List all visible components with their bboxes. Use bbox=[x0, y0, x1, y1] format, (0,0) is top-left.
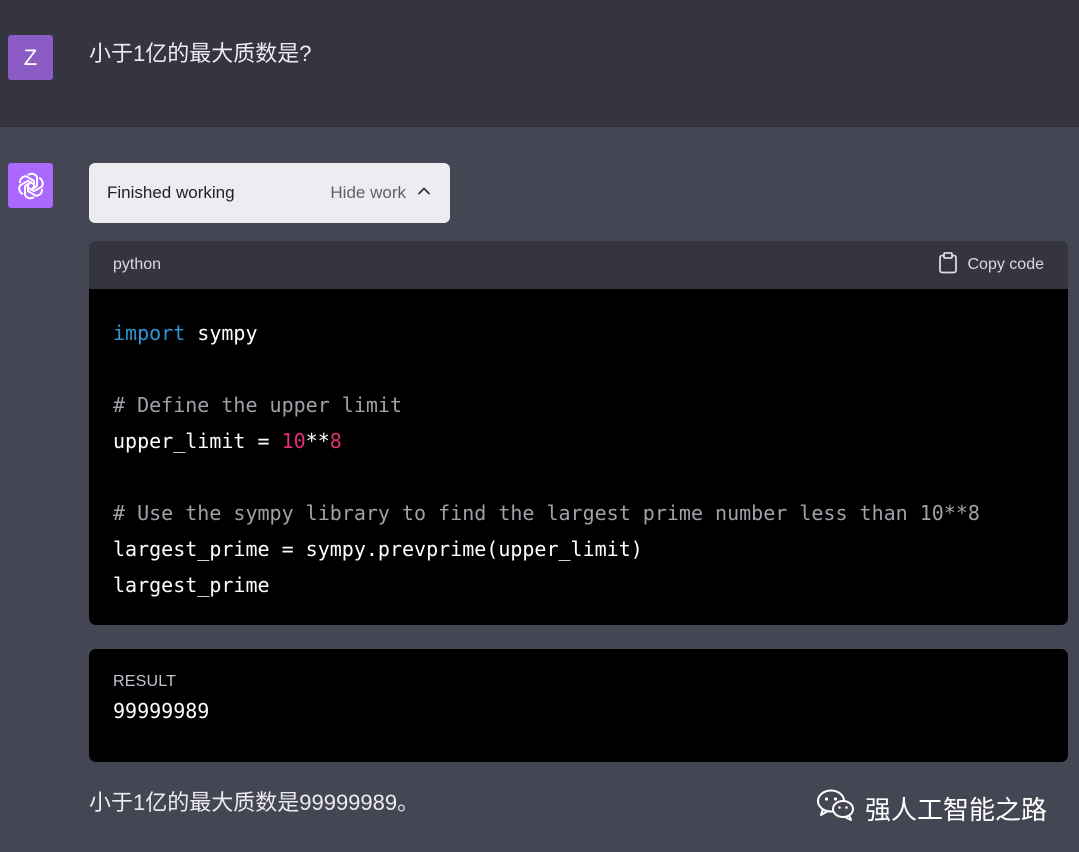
code-token: # Use the sympy library to find the larg… bbox=[113, 501, 980, 525]
chevron-up-icon bbox=[416, 183, 432, 204]
watermark: 强人工智能之路 bbox=[815, 787, 1047, 830]
code-token: largest_prime bbox=[113, 573, 270, 597]
user-avatar: Z bbox=[8, 35, 53, 80]
code-token: upper_limit = bbox=[113, 429, 282, 453]
result-value: 99999989 bbox=[113, 699, 210, 723]
clipboard-icon bbox=[938, 251, 958, 279]
code-block-header: python Copy code bbox=[89, 241, 1068, 289]
assistant-answer-text: 小于1亿的最大质数是99999989。 bbox=[89, 790, 420, 815]
code-token: 10 bbox=[281, 429, 306, 453]
work-status-panel: Finished working Hide work bbox=[89, 163, 450, 223]
code-line: # Use the sympy library to find the larg… bbox=[113, 495, 1044, 531]
user-message-text: 小于1亿的最大质数是? bbox=[89, 41, 312, 66]
watermark-text: 强人工智能之路 bbox=[865, 795, 1048, 825]
code-token: import bbox=[113, 321, 186, 345]
wechat-icon bbox=[815, 787, 857, 830]
code-line: # Define the upper limit bbox=[113, 387, 1044, 423]
code-content: import sympy # Define the upper limit uppe… bbox=[89, 289, 1068, 603]
code-line: import sympy bbox=[113, 315, 1044, 351]
hide-work-button[interactable]: Hide work bbox=[330, 183, 432, 204]
copy-code-button[interactable]: Copy code bbox=[938, 251, 1045, 279]
code-token: largest_prime = sympy.prevprime(upper_li… bbox=[113, 537, 643, 561]
code-token: ** bbox=[305, 429, 330, 453]
code-token: sympy bbox=[185, 321, 258, 345]
hide-work-label: Hide work bbox=[330, 183, 406, 202]
code-block: python Copy code import sympy # Define th… bbox=[89, 241, 1068, 625]
code-token: # Define the upper limit bbox=[113, 393, 402, 417]
result-block: RESULT 99999989 bbox=[89, 649, 1068, 762]
code-line: largest_prime bbox=[113, 567, 1044, 603]
openai-logo-icon bbox=[8, 163, 53, 208]
user-message-row: Z 小于1亿的最大质数是? bbox=[0, 0, 1079, 127]
code-line: largest_prime = sympy.prevprime(upper_li… bbox=[113, 531, 1044, 567]
work-status-label: Finished working bbox=[107, 183, 235, 202]
copy-code-label: Copy code bbox=[967, 256, 1045, 273]
result-label: RESULT bbox=[113, 673, 177, 690]
code-line: upper_limit = 10**8 bbox=[113, 423, 1044, 459]
code-token: 8 bbox=[329, 429, 342, 453]
assistant-message-row: Finished working Hide work python Copy c… bbox=[0, 127, 1079, 852]
code-language-label: python bbox=[113, 256, 162, 273]
